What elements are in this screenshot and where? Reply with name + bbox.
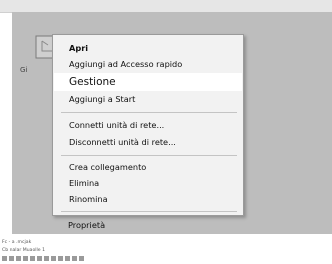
menu-item-aggiungi-accesso-rapido[interactable]: Aggiungi ad Accesso rapido — [54, 56, 242, 72]
tool-icon[interactable] — [51, 256, 56, 261]
menu-separator — [61, 155, 237, 156]
tool-icon[interactable] — [72, 256, 77, 261]
menu-item-rinomina[interactable]: Rinomina — [54, 191, 242, 207]
menu-item-proprieta[interactable]: Proprietà — [53, 217, 241, 233]
menu-item-apri[interactable]: Apri — [54, 40, 242, 56]
tool-icon[interactable] — [37, 256, 42, 261]
desktop-icon-label: Gi — [20, 66, 28, 74]
status-line-2: Cb nalar Muaolle 1 — [2, 248, 46, 253]
status-line-1: Fc - a .mcjak — [2, 240, 32, 245]
menu-item-connetti-unita-rete[interactable]: Connetti unità di rete... — [54, 117, 242, 133]
status-bar: Fc - a .mcjak Cb nalar Muaolle 1 — [0, 236, 332, 264]
menu-separator — [61, 112, 237, 113]
context-menu: Apri Aggiungi ad Accesso rapido Gestione… — [52, 34, 244, 216]
tool-icon[interactable] — [79, 256, 84, 261]
menu-item-elimina[interactable]: Elimina — [54, 175, 242, 191]
tool-icon[interactable] — [44, 256, 49, 261]
tool-icon[interactable] — [65, 256, 70, 261]
menu-item-disconnetti-unita-rete[interactable]: Disconnetti unità di rete... — [54, 134, 242, 150]
status-toolbar — [2, 256, 84, 262]
tool-icon[interactable] — [2, 256, 7, 261]
tool-icon[interactable] — [30, 256, 35, 261]
tool-icon[interactable] — [23, 256, 28, 261]
menu-item-gestione[interactable]: Gestione — [54, 73, 242, 91]
tool-icon[interactable] — [16, 256, 21, 261]
tool-icon[interactable] — [58, 256, 63, 261]
menu-separator — [61, 211, 237, 212]
menu-item-crea-collegamento[interactable]: Crea collegamento — [54, 159, 242, 175]
tool-icon[interactable] — [9, 256, 14, 261]
menu-item-aggiungi-start[interactable]: Aggiungi a Start — [54, 91, 242, 107]
